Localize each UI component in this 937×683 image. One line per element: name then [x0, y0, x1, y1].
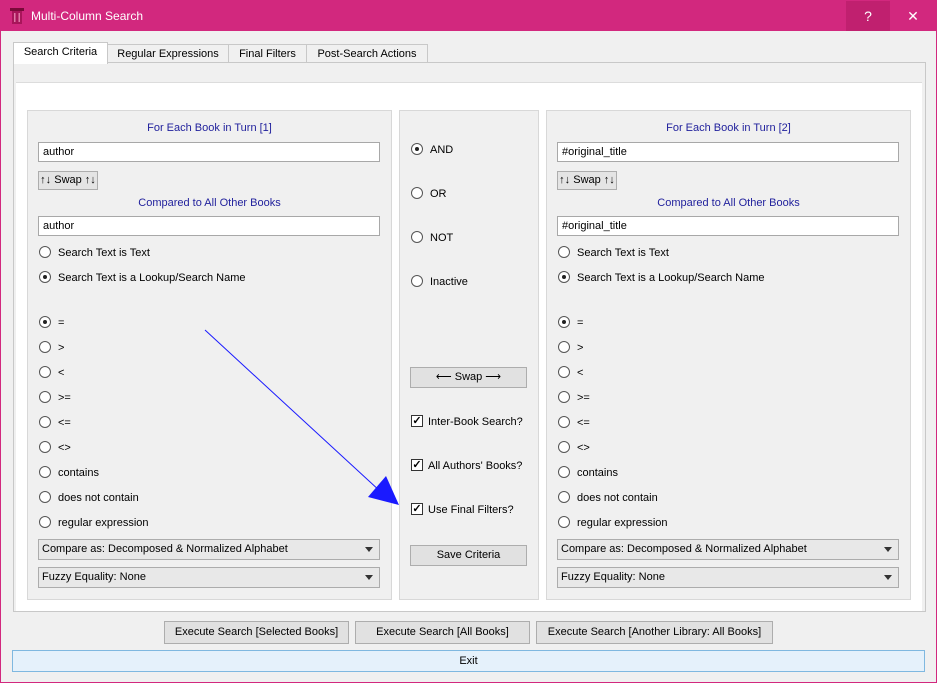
execute-selected-books-button[interactable]: Execute Search [Selected Books]: [164, 621, 349, 644]
help-button[interactable]: ?: [846, 1, 890, 31]
tab-search-criteria[interactable]: Search Criteria: [13, 42, 108, 64]
right-header-compared: Compared to All Other Books: [657, 197, 800, 209]
right-compare-input[interactable]: #original_title: [557, 216, 899, 236]
left-header-each-book: For Each Book in Turn [1]: [147, 122, 272, 134]
chevron-down-icon: [884, 547, 892, 552]
right-criteria-group: For Each Book in Turn [2] #original_titl…: [546, 110, 911, 600]
app-icon: [10, 8, 24, 24]
left-column-input[interactable]: author: [38, 142, 380, 162]
chevron-down-icon: [365, 547, 373, 552]
exit-button[interactable]: Exit: [12, 650, 925, 672]
right-header-each-book: For Each Book in Turn [2]: [666, 122, 791, 134]
left-criteria-group: For Each Book in Turn [1] author ↑↓ Swap…: [27, 110, 392, 600]
chevron-down-icon: [365, 575, 373, 580]
right-column-input[interactable]: #original_title: [557, 142, 899, 162]
left-compare-input[interactable]: author: [38, 216, 380, 236]
title-bar: Multi-Column Search ? ✕: [1, 1, 936, 31]
close-button[interactable]: ✕: [891, 1, 935, 31]
left-header-compared: Compared to All Other Books: [138, 197, 281, 209]
tab-regular-expressions[interactable]: Regular Expressions: [107, 44, 229, 63]
right-swap-button[interactable]: ↑↓ Swap ↑↓: [557, 171, 617, 190]
save-criteria-button[interactable]: Save Criteria: [410, 545, 527, 566]
execute-all-books-button[interactable]: Execute Search [All Books]: [355, 621, 530, 644]
left-compare-as-select[interactable]: Compare as: Decomposed & Normalized Alph…: [38, 539, 380, 560]
window-title: Multi-Column Search: [31, 9, 144, 23]
tab-post-search-actions[interactable]: Post-Search Actions: [306, 44, 428, 63]
left-swap-button[interactable]: ↑↓ Swap ↑↓: [38, 171, 98, 190]
chevron-down-icon: [884, 575, 892, 580]
right-fuzzy-select[interactable]: Fuzzy Equality: None: [557, 567, 899, 588]
left-fuzzy-select[interactable]: Fuzzy Equality: None: [38, 567, 380, 588]
column-swap-button[interactable]: ⟵ Swap ⟶: [410, 367, 527, 388]
logic-group: AND OR NOT Inactive ⟵ Swap ⟶ ✓ Inter-Book…: [399, 110, 539, 600]
execute-another-library-button[interactable]: Execute Search [Another Library: All Boo…: [536, 621, 773, 644]
tab-final-filters[interactable]: Final Filters: [228, 44, 307, 63]
right-compare-as-select[interactable]: Compare as: Decomposed & Normalized Alph…: [557, 539, 899, 560]
